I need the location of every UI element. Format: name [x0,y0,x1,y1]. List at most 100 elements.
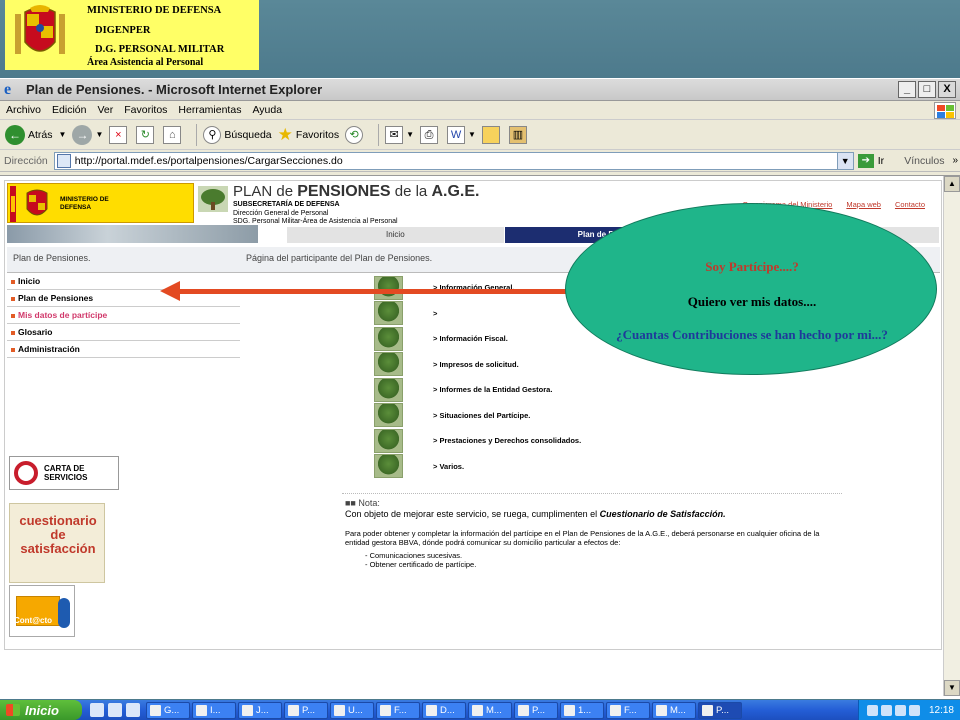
link-mapa-web[interactable]: Mapa web [846,200,881,209]
taskbar-button[interactable]: P... [284,701,328,719]
minimize-button[interactable]: _ [898,81,916,98]
scroll-down-icon[interactable]: ▼ [944,680,960,696]
taskbar-button[interactable]: 1... [560,701,604,719]
app-icon [472,704,483,716]
taskbar-button[interactable]: M... [652,701,696,719]
address-bar: Dirección http://portal.mdef.es/portalpe… [0,150,960,172]
start-button[interactable]: Inicio [0,700,82,720]
go-label: Ir [877,154,885,167]
menu-favoritos[interactable]: Favoritos [124,104,167,116]
carta-servicios-button[interactable]: CARTA DE SERVICIOS [9,456,119,490]
nota-list: - Comunicaciones sucesivas. - Obtener ce… [365,551,476,569]
menu-herramientas[interactable]: Herramientas [178,104,241,116]
stop-button[interactable]: × [109,125,130,144]
search-button[interactable]: ⚲ Búsqueda [203,125,272,144]
menu-edicion[interactable]: Edición [52,104,86,116]
back-dropdown-icon[interactable]: ▼ [59,130,67,139]
taskbar-button[interactable]: M... [468,701,512,719]
cuestionario-link[interactable]: Cuestionario de Satisfacción. [600,509,726,519]
refresh-button[interactable]: ↻ [136,125,157,144]
taskbar-button[interactable]: U... [330,701,374,719]
search-icon: ⚲ [203,125,222,144]
tray-icon[interactable] [880,704,892,716]
menu-item-prestaciones[interactable]: > Prestaciones y Derechos consolidados. [374,428,581,454]
tray-icon[interactable] [894,704,906,716]
forward-dropdown-icon[interactable]: ▼ [95,130,103,139]
menu-item-hidden[interactable]: > [374,301,581,327]
menu-ver[interactable]: Ver [97,104,113,116]
discuss-button[interactable] [481,125,503,144]
clock[interactable]: 12:18 [929,705,954,716]
link-contacto[interactable]: Contacto [895,200,925,209]
windows-flag-icon [934,102,956,119]
sidebar-item-mis-datos[interactable]: Mis datos de partícipe [7,307,240,324]
nota-list-item: - Comunicaciones sucesivas. [365,551,463,560]
quicklaunch-ie-icon[interactable] [90,703,104,717]
edit-button[interactable]: W ▼ [447,125,476,144]
maximize-button[interactable]: □ [918,81,936,98]
taskbar-button[interactable]: F... [606,701,650,719]
sidebar-item-administracion[interactable]: Administración [7,341,240,358]
bullet-icon [11,279,15,284]
taskbar-button[interactable]: J... [238,701,282,719]
quicklaunch-desktop-icon[interactable] [126,703,140,717]
menu-ayuda[interactable]: Ayuda [252,104,282,116]
menu-item-info-general[interactable]: > Información General. [374,275,581,301]
banner-line-2: DIGENPER [95,25,151,36]
annotation-arrow [178,289,570,294]
menu-item-informes[interactable]: > Informes de la Entidad Gestora. [374,377,581,403]
menu-item-varios[interactable]: > Varios. [374,454,581,480]
contact-button[interactable]: Cont@cto [9,585,75,637]
links-label[interactable]: Vínculos [904,155,944,167]
scroll-up-icon[interactable]: ▲ [944,176,960,192]
taskbar-button[interactable]: G... [146,701,190,719]
menu-item-situaciones[interactable]: > Situaciones del Partícipe. [374,403,581,429]
address-input[interactable]: http://portal.mdef.es/portalpensiones/Ca… [53,151,854,170]
forward-button[interactable]: → ▼ [72,124,103,145]
print-button[interactable]: ⎙ [420,125,441,144]
banner-line-1: MINISTERIO DE DEFENSA [87,5,222,16]
menu-archivo[interactable]: Archivo [6,104,41,116]
messenger-button[interactable]: ▥ [508,125,530,144]
menu-item-impresos[interactable]: > Impresos de solicitud. [374,352,581,378]
ministry-logo[interactable]: MINISTERIO DE DEFENSA [7,183,194,223]
back-button[interactable]: ← Atrás ▼ [5,124,67,145]
bullet-icon [11,313,15,318]
cuestionario-button[interactable]: cuestionario de satisfacción [9,503,105,583]
quicklaunch-mail-icon[interactable] [108,703,122,717]
taskbar-button[interactable]: I... [192,701,236,719]
contact-label: Cont@cto [14,616,53,625]
tray-icon[interactable] [908,704,920,716]
address-dropdown-icon[interactable]: ▼ [836,152,853,169]
links-chevron-icon[interactable]: » [952,155,958,166]
vertical-scrollbar[interactable]: ▲ ▼ [943,176,960,696]
go-button[interactable]: ➔ Ir [857,153,885,168]
bubble-line-2: Quiero ver mis datos.... [687,294,817,309]
taskbar-button-active[interactable]: P... [698,701,742,719]
taskbar-button[interactable]: F... [376,701,420,719]
tray-icon[interactable] [866,704,878,716]
folder-icon [564,704,575,716]
toolbar-divider [196,123,198,146]
menu-item-info-fiscal[interactable]: > Información Fiscal. [374,326,581,352]
nota-text: Con objeto de mejorar este servicio, se … [345,509,726,519]
address-url[interactable]: http://portal.mdef.es/portalpensiones/Ca… [75,155,343,167]
carta-label: CARTA DE SERVICIOS [44,464,88,482]
app-icon [656,704,667,716]
close-button[interactable]: X [938,81,956,98]
home-button[interactable]: ⌂ [163,125,184,144]
search-label: Búsqueda [224,128,272,141]
taskbar-button[interactable]: D... [422,701,466,719]
title-bar: e Plan de Pensiones. - Microsoft Interne… [0,79,960,101]
mail-button[interactable]: ✉ ▼ [385,125,414,144]
history-button[interactable]: ⟲ [345,125,366,144]
plan-title: PLAN de PENSIONES de la A.G.E. [233,183,480,200]
windows-logo-icon [6,704,20,716]
taskbar-button[interactable]: P... [514,701,558,719]
sidebar-item-glosario[interactable]: Glosario [7,324,240,341]
tab-inicio[interactable]: Inicio [287,227,505,243]
coat-of-arms-icon [15,5,65,54]
favorites-button[interactable]: ★ Favoritos [278,125,339,145]
folder-icon [426,704,437,716]
sidebar-item-inicio[interactable]: Inicio [7,273,240,290]
